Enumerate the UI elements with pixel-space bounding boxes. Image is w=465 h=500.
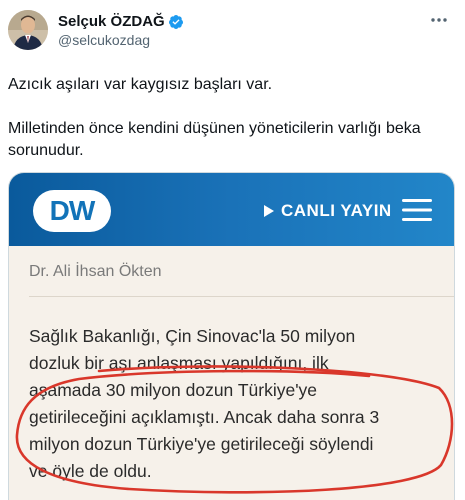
tweet-media-image[interactable]: DW CANLI YAYIN Dr. Ali İhsan Ökten Sağlı… — [8, 172, 455, 500]
name-row[interactable]: Selçuk ÖZDAĞ — [58, 13, 184, 30]
article-author: Dr. Ali İhsan Ökten — [29, 247, 454, 297]
author-name: Dr. Ali İhsan Ökten — [29, 262, 162, 280]
article-line: getirileceğini açıklamıştı. Ancak daha s… — [29, 407, 380, 427]
hamburger-menu-icon — [402, 199, 432, 221]
dw-logo: DW — [33, 190, 111, 232]
tweet-card[interactable]: Selçuk ÖZDAĞ @selcukozdag Azıcık aşıları… — [0, 0, 465, 500]
article-line: milyon dozun Türkiye'ye getirileceği söy… — [29, 434, 374, 454]
play-icon — [264, 205, 274, 217]
article-line: aşamada 30 milyon dozun Türkiye'ye — [29, 380, 318, 400]
article-body: Sağlık Bakanlığı, Çin Sinovac'la 50 mily… — [29, 323, 449, 485]
article-line: Sağlık Bakanlığı, Çin Sinovac'la 50 mily… — [29, 326, 356, 346]
tweet-paragraph: Azıcık aşıları var kaygısız başları var. — [8, 76, 273, 93]
article-line: ve öyle de oldu. — [29, 461, 152, 481]
tweet-paragraph: Milletinden önce kendini düşünen yönetic… — [8, 120, 421, 159]
dw-header-bar: DW CANLI YAYIN — [9, 173, 454, 246]
verified-badge-icon — [168, 14, 184, 30]
live-broadcast-link: CANLI YAYIN — [263, 201, 392, 221]
tweet-text: Azıcık aşıları var kaygısız başları var.… — [8, 74, 453, 184]
article-line: dozluk bir aşı anlaşması yapıldığını, il… — [29, 353, 329, 373]
avatar-image — [8, 10, 48, 50]
user-handle[interactable]: @selcukozdag — [58, 32, 150, 48]
live-label: CANLI YAYIN — [281, 201, 392, 220]
display-name[interactable]: Selçuk ÖZDAĞ — [58, 13, 165, 30]
avatar[interactable] — [8, 10, 48, 50]
more-options-icon[interactable] — [427, 10, 451, 30]
